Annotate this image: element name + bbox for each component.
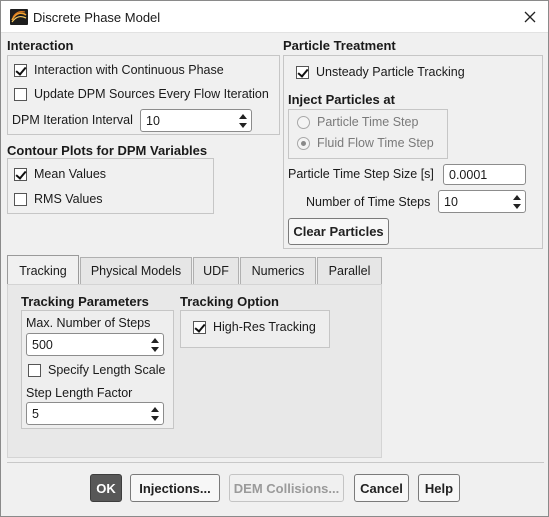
checkbox-label: Unsteady Particle Tracking <box>316 65 465 79</box>
tab-numerics[interactable]: Numerics <box>240 257 316 284</box>
max-steps-input[interactable]: 500 <box>26 333 164 356</box>
field-value: 10 <box>444 194 458 209</box>
checkbox-indicator <box>193 320 206 334</box>
dem-collisions-button[interactable]: DEM Collisions... <box>229 474 344 502</box>
dpm-iteration-interval-input[interactable]: 10 <box>140 109 252 132</box>
checkbox-label: Interaction with Continuous Phase <box>34 63 224 77</box>
spinner-arrows-icon[interactable] <box>512 193 522 211</box>
checkbox-label: Mean Values <box>34 167 107 181</box>
checkbox-indicator <box>28 363 41 377</box>
checkbox-indicator <box>14 87 27 101</box>
inject-particles-heading: Inject Particles at <box>288 92 395 107</box>
clear-particles-button[interactable]: Clear Particles <box>288 218 389 245</box>
particle-treatment-heading: Particle Treatment <box>283 38 396 53</box>
tab-parallel[interactable]: Parallel <box>317 257 382 284</box>
ok-button[interactable]: OK <box>90 474 122 502</box>
tab-physical-models[interactable]: Physical Models <box>80 257 192 284</box>
rms-values-checkbox[interactable]: RMS Values <box>14 192 103 206</box>
high-res-tracking-checkbox[interactable]: High-Res Tracking <box>193 320 316 334</box>
window-title: Discrete Phase Model <box>33 10 161 25</box>
cancel-button[interactable]: Cancel <box>354 474 409 502</box>
checkbox-indicator <box>296 65 309 79</box>
footer-separator <box>7 462 544 463</box>
close-button[interactable] <box>516 3 544 31</box>
tracking-parameters-heading: Tracking Parameters <box>21 294 149 309</box>
checkbox-label: Specify Length Scale <box>48 363 166 377</box>
spinner-arrows-icon[interactable] <box>238 112 248 130</box>
field-value: 5 <box>32 406 39 421</box>
checkbox-indicator <box>14 192 27 206</box>
dpm-iteration-interval-label: DPM Iteration Interval <box>12 113 133 127</box>
specify-length-scale-checkbox[interactable]: Specify Length Scale <box>28 363 165 377</box>
step-length-factor-label: Step Length Factor <box>26 386 133 400</box>
mean-values-checkbox[interactable]: Mean Values <box>14 167 106 181</box>
help-button[interactable]: Help <box>418 474 460 502</box>
unsteady-particle-tracking-checkbox[interactable]: Unsteady Particle Tracking <box>296 65 465 79</box>
interaction-continuous-phase-checkbox[interactable]: Interaction with Continuous Phase <box>14 63 224 77</box>
interaction-heading: Interaction <box>7 38 74 53</box>
spinner-arrows-icon[interactable] <box>150 405 160 423</box>
step-length-factor-input[interactable]: 5 <box>26 402 164 425</box>
title-bar: Discrete Phase Model <box>1 1 548 33</box>
checkbox-label: Update DPM Sources Every Flow Iteration <box>34 87 269 101</box>
tab-tracking[interactable]: Tracking <box>7 255 79 285</box>
time-step-size-label: Particle Time Step Size [s] <box>288 167 434 181</box>
max-steps-label: Max. Number of Steps <box>26 316 151 330</box>
radio-indicator <box>297 115 310 129</box>
close-icon <box>524 11 536 23</box>
update-dpm-sources-checkbox[interactable]: Update DPM Sources Every Flow Iteration <box>14 87 269 101</box>
contour-plots-heading: Contour Plots for DPM Variables <box>7 143 208 158</box>
injections-button[interactable]: Injections... <box>130 474 220 502</box>
checkbox-indicator <box>14 167 27 181</box>
dialog-window: Discrete Phase Model Interaction Interac… <box>0 0 549 517</box>
field-value: 10 <box>146 113 160 128</box>
particle-time-step-radio[interactable]: Particle Time Step <box>297 115 418 129</box>
radio-label: Fluid Flow Time Step <box>317 136 434 150</box>
number-of-time-steps-input[interactable]: 10 <box>438 190 526 213</box>
checkbox-label: High-Res Tracking <box>213 320 316 334</box>
tracking-option-heading: Tracking Option <box>180 294 279 309</box>
fluent-logo-icon <box>10 9 28 25</box>
checkbox-indicator <box>14 63 27 77</box>
checkbox-label: RMS Values <box>34 192 103 206</box>
time-step-size-input[interactable]: 0.0001 <box>443 164 526 185</box>
radio-indicator <box>297 136 310 150</box>
number-of-time-steps-label: Number of Time Steps <box>306 195 431 209</box>
tab-udf[interactable]: UDF <box>193 257 239 284</box>
field-value: 0.0001 <box>449 167 488 182</box>
fluid-flow-time-step-radio[interactable]: Fluid Flow Time Step <box>297 136 434 150</box>
field-value: 500 <box>32 337 53 352</box>
spinner-arrows-icon[interactable] <box>150 336 160 354</box>
radio-label: Particle Time Step <box>317 115 419 129</box>
